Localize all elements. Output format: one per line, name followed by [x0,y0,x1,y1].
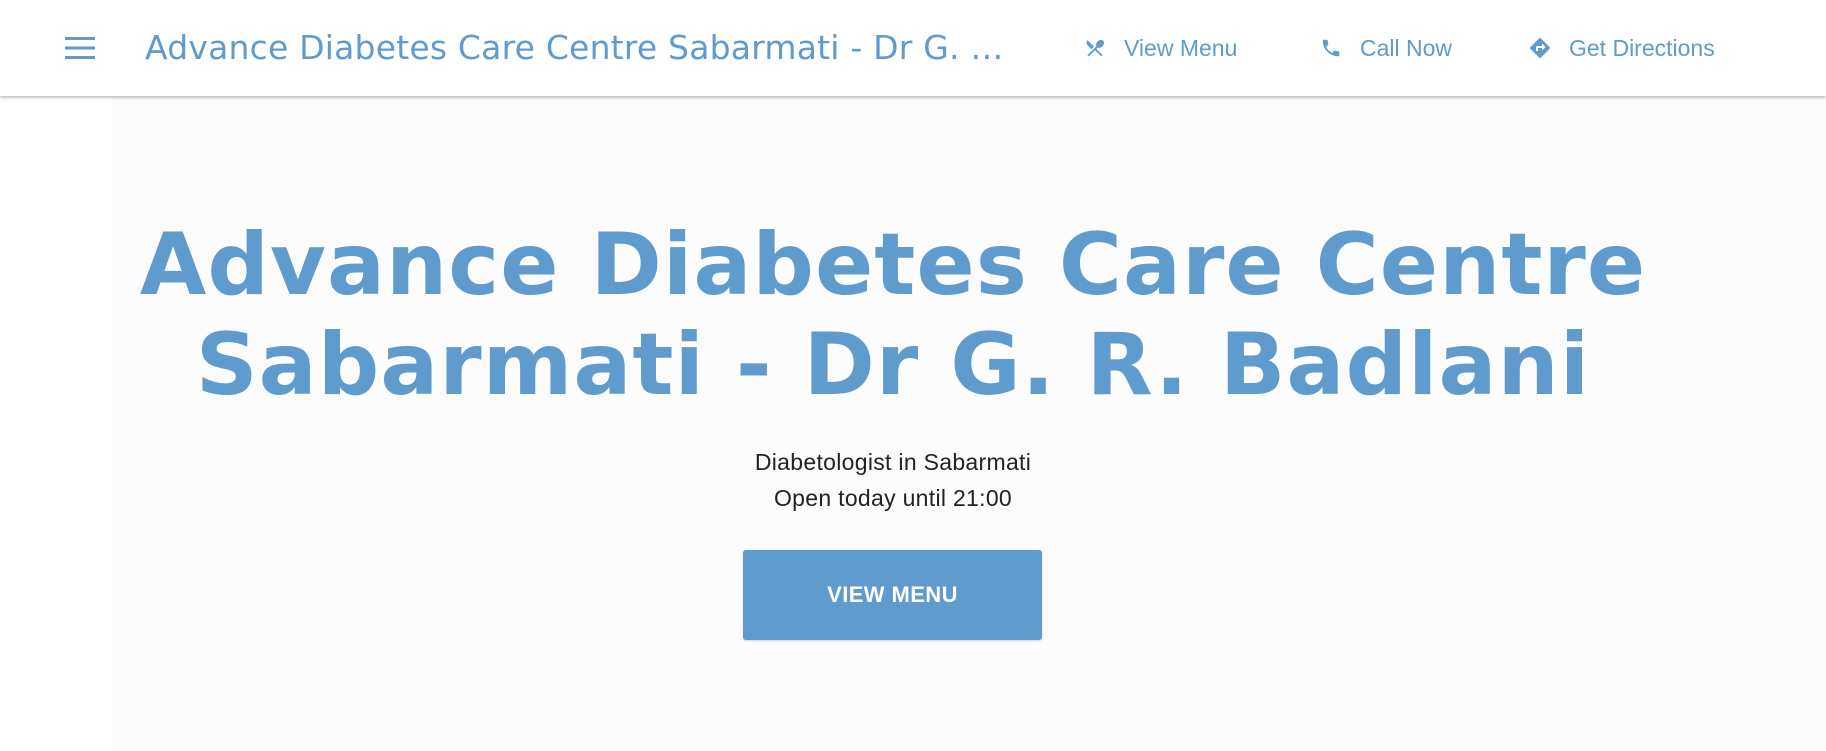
opening-hours: Open today until 21:00 [773,485,1013,511]
view-menu-button[interactable]: VIEW MENU [743,550,1042,640]
get-directions-label: Get Directions [1569,34,1715,61]
hamburger-menu-icon[interactable] [58,26,102,70]
hero-section [112,96,1826,751]
phone-icon [1318,35,1344,61]
hero-title-line-1: Advance Diabetes Care Centre [139,215,1647,315]
fork-knife-icon [1082,35,1108,61]
hero-title: Advance Diabetes Care Centre Sabarmati -… [0,215,1786,415]
hero-title-line-2: Sabarmati - Dr G. R. Badlani [195,315,1591,415]
page-margin [0,96,112,751]
site-title[interactable]: Advance Diabetes Care Centre Sabarmati -… [145,27,1015,69]
get-directions-link[interactable]: Get Directions [1527,30,1715,66]
top-app-bar: Advance Diabetes Care Centre Sabarmati -… [0,0,1826,96]
business-category: Diabetologist in Sabarmati [754,449,1032,475]
view-menu-link[interactable]: View Menu [1082,30,1237,66]
view-menu-label: View Menu [1124,34,1238,61]
call-now-label: Call Now [1360,34,1453,61]
hero-subtitle: Diabetologist in Sabarmati Open today un… [0,444,1786,516]
call-now-link[interactable]: Call Now [1318,30,1452,66]
directions-icon [1527,35,1553,61]
